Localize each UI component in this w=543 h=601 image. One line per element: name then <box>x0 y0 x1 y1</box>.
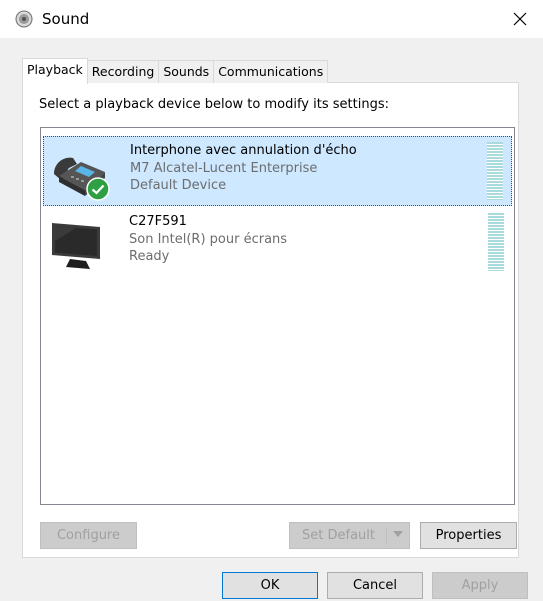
volume-level-meter <box>488 213 504 271</box>
configure-button[interactable]: Configure <box>40 522 137 549</box>
check-badge-icon <box>86 177 110 201</box>
chevron-down-icon[interactable] <box>393 531 403 537</box>
apply-button[interactable]: Apply <box>432 572 528 599</box>
tab-playback[interactable]: Playback <box>22 58 88 84</box>
close-button[interactable] <box>505 4 535 34</box>
title-bar: Sound <box>0 0 543 38</box>
device-description: Son Intel(R) pour écrans <box>129 232 288 247</box>
properties-button[interactable]: Properties <box>420 522 517 549</box>
monitor-icon <box>52 223 100 269</box>
device-name: C27F591 <box>129 214 187 229</box>
split-separator <box>386 527 387 545</box>
device-status: Default Device <box>130 178 227 193</box>
device-description: M7 Alcatel-Lucent Enterprise <box>130 161 318 176</box>
device-item-interphone[interactable]: Interphone avec annulation d'écho M7 Alc… <box>43 136 512 206</box>
close-icon <box>513 12 527 26</box>
device-status: Ready <box>129 249 170 264</box>
device-list[interactable]: Interphone avec annulation d'écho M7 Alc… <box>40 127 515 505</box>
window-title: Sound <box>42 10 90 28</box>
cancel-button[interactable]: Cancel <box>327 572 423 599</box>
ok-button[interactable]: OK <box>222 572 318 599</box>
tab-recording[interactable]: Recording <box>86 60 160 83</box>
tab-strip: Playback Recording Sounds Communications <box>22 58 329 84</box>
volume-level-meter <box>487 142 503 200</box>
speaker-icon <box>15 10 33 28</box>
instruction-text: Select a playback device below to modify… <box>39 97 389 112</box>
tab-communications[interactable]: Communications <box>213 60 329 83</box>
device-name: Interphone avec annulation d'écho <box>130 143 357 158</box>
set-default-button[interactable]: Set Default <box>289 522 410 549</box>
tab-sounds[interactable]: Sounds <box>158 60 215 83</box>
device-item-c27f591[interactable]: C27F591 Son Intel(R) pour écrans Ready <box>43 208 512 278</box>
set-default-label: Set Default <box>302 528 375 543</box>
